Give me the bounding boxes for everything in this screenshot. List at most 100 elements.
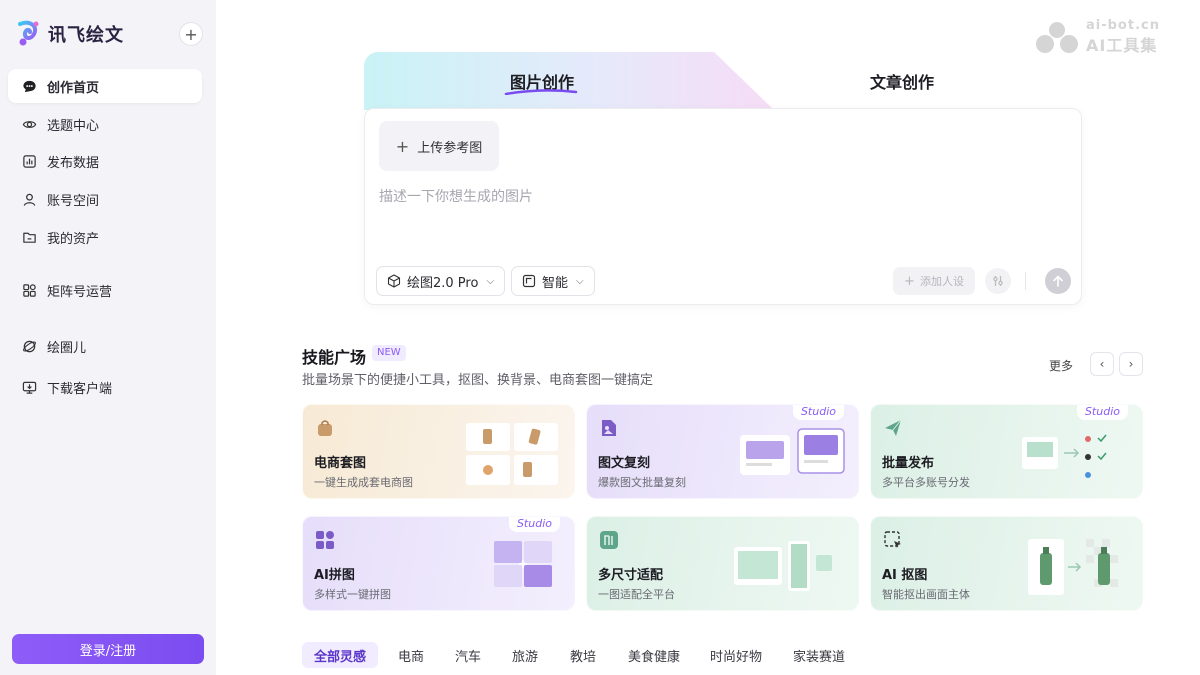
cube-icon [387, 274, 401, 288]
sidebar-item-publish-data[interactable]: 发布数据 [8, 144, 202, 178]
app-name: 讯飞绘文 [48, 25, 124, 46]
skill-card-replicate[interactable]: Studio 图文复刻 爆款图文批量复刻 [586, 404, 859, 499]
category-tab-food-health[interactable]: 美食健康 [628, 642, 680, 668]
prompt-input[interactable] [379, 185, 1059, 209]
sidebar-item-label: 发布数据 [47, 155, 100, 171]
publish-illustration [1022, 434, 1107, 478]
tab-active-underline [504, 89, 578, 95]
app-logo-icon [18, 20, 39, 46]
model-select[interactable]: 绘图2.0 Pro ⌵ [376, 266, 506, 296]
skill-card-title: 电商套图 [314, 456, 367, 471]
skill-card-batch-publish[interactable]: Studio 批量发布 多平台多账号分发 [870, 404, 1143, 499]
cutout-icon [884, 531, 901, 548]
skill-card-cutout[interactable]: AI 抠图 智能抠出画面主体 [870, 516, 1143, 611]
orbit-icon [23, 340, 36, 352]
resize-illustration [734, 541, 832, 591]
shopping-bag-icon [318, 420, 332, 436]
skill-card-desc: 智能抠出画面主体 [882, 588, 970, 601]
add-persona-button[interactable]: + 添加人设 [893, 267, 975, 295]
brand[interactable]: 讯飞绘文 [16, 20, 124, 48]
toolbar-divider [1025, 272, 1026, 290]
category-tab-fashion[interactable]: 时尚好物 [710, 642, 762, 668]
upload-reference-button[interactable]: + 上传参考图 [379, 121, 499, 171]
eye-icon [22, 120, 37, 128]
category-tab-all[interactable]: 全部灵感 [302, 642, 379, 668]
aspect-ratio-icon [522, 274, 536, 288]
paper-plane-icon [885, 419, 902, 436]
user-icon [23, 193, 36, 206]
mode-tabs: 图片创作 文章创作 [364, 52, 1082, 110]
skill-card-desc: 多样式一键拼图 [314, 588, 391, 601]
skill-card-title: 图文复刻 [598, 456, 651, 471]
watermark: ai-bot.cn AI工具集 [1034, 18, 1184, 55]
watermark-domain: ai-bot.cn [1086, 18, 1160, 33]
bar-chart-icon [23, 154, 36, 168]
add-persona-label: 添加人设 [919, 275, 964, 288]
new-badge: NEW [372, 345, 406, 361]
skill-card-title: AI拼图 [314, 568, 355, 583]
skill-card-desc: 爆款图文批量复刻 [598, 476, 686, 489]
sidebar-item-account[interactable]: 账号空间 [8, 182, 202, 216]
more-link[interactable]: 更多 [1049, 357, 1073, 374]
arrow-up-icon [1053, 275, 1063, 287]
chevron-left-icon: ‹ [1099, 357, 1105, 371]
sidebar-item-assets[interactable]: 我的资产 [8, 220, 202, 254]
skill-card-resize[interactable]: 多尺寸适配 一图适配全平台 [586, 516, 859, 611]
sidebar-item-label: 选题中心 [47, 118, 100, 134]
upload-reference-label: 上传参考图 [417, 140, 483, 156]
skill-card-title: 多尺寸适配 [598, 568, 664, 583]
category-tab-travel[interactable]: 旅游 [512, 642, 538, 668]
cutout-illustration [1028, 539, 1118, 595]
image-doc-icon [602, 420, 616, 436]
monitor-icon [22, 381, 37, 394]
skills-title: 技能广场 [302, 348, 367, 367]
category-tab-education[interactable]: 教培 [570, 642, 596, 668]
plus-icon: + [395, 136, 410, 156]
category-tab-ecommerce[interactable]: 电商 [398, 642, 424, 668]
plus-icon: + [904, 273, 915, 289]
sidebar-item-label: 下载客户端 [47, 381, 113, 397]
new-creation-button[interactable]: + [179, 22, 203, 46]
skill-card-title: AI 抠图 [882, 568, 928, 583]
prompt-card: + 上传参考图 绘图2.0 Pro ⌵ 智能 ⌵ + 添加人设 [364, 108, 1082, 305]
chevron-down-icon: ⌵ [486, 275, 495, 287]
sidebar-item-home[interactable]: 创作首页 [8, 69, 202, 103]
folder-icon [23, 232, 36, 243]
resize-icon [600, 531, 618, 549]
ratio-select-label: 智能 [542, 275, 569, 291]
sidebar-item-label: 矩阵号运营 [47, 284, 113, 300]
sliders-icon [993, 276, 1003, 286]
adjust-settings-button[interactable] [985, 268, 1011, 294]
grid-icon [23, 283, 36, 297]
collage-illustration [494, 541, 552, 587]
chat-bubble-icon [23, 80, 36, 92]
model-select-label: 绘图2.0 Pro [407, 275, 479, 291]
skill-card-ecommerce[interactable]: 电商套图 一键生成成套电商图 [302, 404, 575, 499]
watermark-logo-icon [1036, 22, 1078, 53]
sidebar-item-label: 绘圈儿 [47, 340, 87, 356]
ecommerce-illustration [466, 423, 558, 485]
sidebar-item-community[interactable]: 绘圈儿 [8, 329, 202, 363]
sidebar-item-label: 创作首页 [47, 80, 100, 96]
category-tab-auto[interactable]: 汽车 [455, 642, 481, 668]
ratio-select[interactable]: 智能 ⌵ [511, 266, 595, 296]
collage-icon [316, 531, 334, 549]
login-register-button[interactable]: 登录/注册 [12, 634, 204, 664]
prev-button[interactable]: ‹ [1090, 352, 1114, 376]
sidebar-item-matrix[interactable]: 矩阵号运营 [8, 273, 202, 307]
sidebar-item-label: 账号空间 [47, 193, 100, 209]
skill-card-title: 批量发布 [882, 456, 935, 471]
sidebar-item-download[interactable]: 下载客户端 [8, 370, 202, 404]
sidebar-item-topics[interactable]: 选题中心 [8, 107, 202, 141]
tab-article-creation[interactable]: 文章创作 [870, 69, 934, 93]
chevron-down-icon: ⌵ [576, 275, 584, 287]
skill-card-collage[interactable]: Studio AI拼图 多样式一键拼图 [302, 516, 575, 611]
chevron-right-icon: › [1128, 357, 1134, 371]
replicate-illustration [740, 428, 845, 475]
send-button[interactable] [1045, 268, 1071, 294]
next-button[interactable]: › [1119, 352, 1143, 376]
skills-subtitle: 批量场景下的便捷小工具，抠图、换背景、电商套图一键搞定 [302, 373, 654, 388]
sidebar-item-label: 我的资产 [47, 231, 100, 247]
category-tab-home-decor[interactable]: 家装赛道 [793, 642, 845, 668]
skill-card-desc: 一键生成成套电商图 [314, 476, 413, 489]
